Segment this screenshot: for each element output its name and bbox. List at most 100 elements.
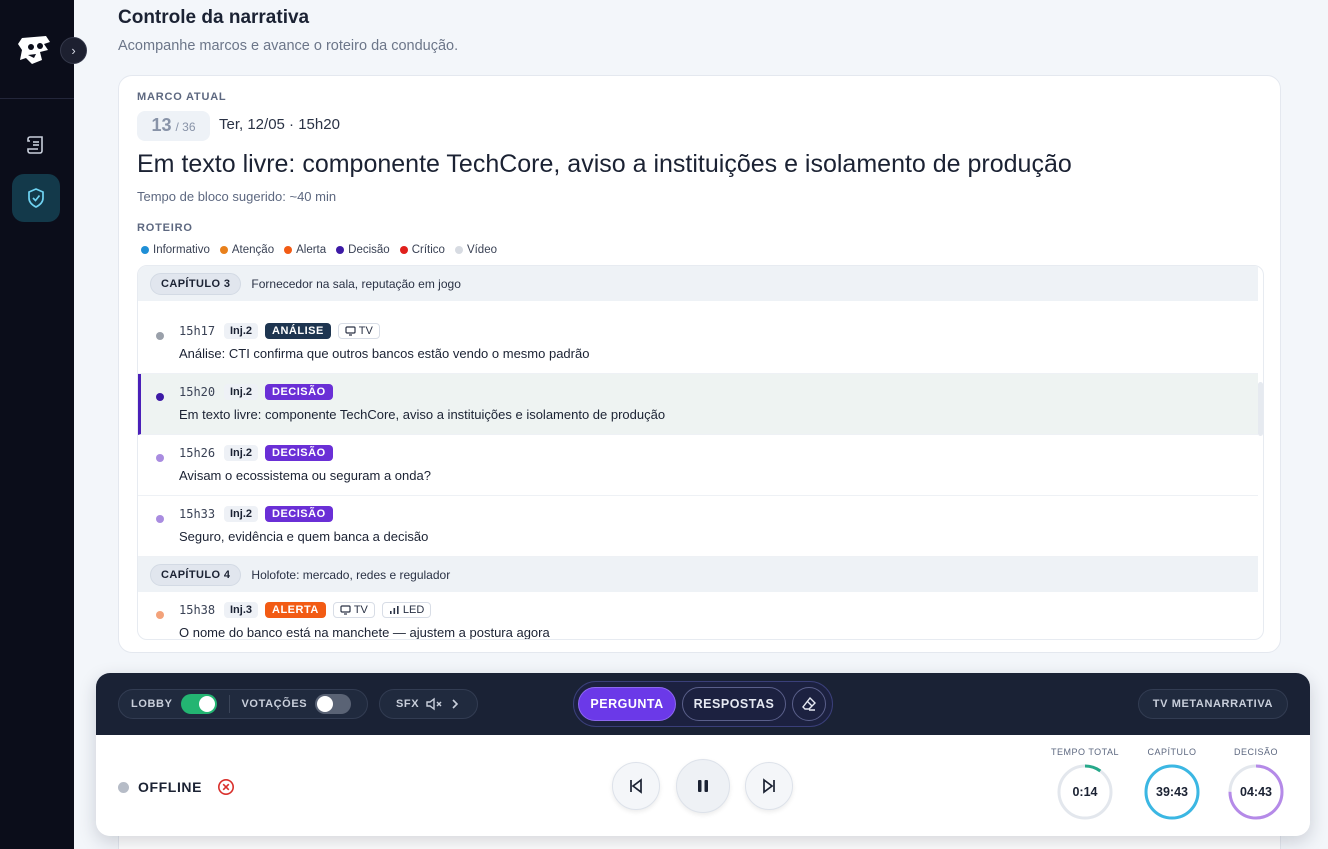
severity-dot — [156, 611, 164, 619]
signal-bars-icon — [389, 606, 399, 614]
connection-status: OFFLINE — [118, 778, 235, 796]
inject-badge: Inj.2 — [224, 506, 259, 522]
votes-label: VOTAÇÕES — [241, 698, 308, 710]
timer-ring: 04:43 — [1227, 763, 1285, 821]
legend-item: Crítico — [399, 244, 445, 256]
page-title: Controle da narrativa — [118, 7, 310, 28]
legend-label: Decisão — [348, 244, 390, 256]
shield-check-icon — [28, 188, 44, 208]
lobby-toggle[interactable] — [180, 694, 217, 714]
legend-item: Atenção — [219, 244, 275, 256]
type-tag: DECISÃO — [265, 506, 333, 522]
pause-button[interactable] — [676, 759, 730, 813]
row-meta: 15h33 Inj.2 DECISÃO — [179, 506, 333, 522]
legend-label: Atenção — [231, 244, 275, 256]
inject-badge: Inj.2 — [224, 323, 259, 339]
inject-badge: Inj.3 — [224, 602, 259, 618]
timer-ring: 39:43 — [1143, 763, 1201, 821]
sidebar-item-script[interactable] — [12, 121, 60, 169]
row-text: Avisam o ecossistema ou seguram a onda? — [179, 468, 431, 483]
votes-toggle[interactable] — [315, 694, 352, 714]
row-text: O nome do banco está na manchete — ajust… — [179, 625, 550, 640]
chapter-header: CAPÍTULO 3 Fornecedor na sala, reputação… — [138, 266, 1258, 301]
row-text: Análise: CTI confirma que outros bancos … — [179, 346, 590, 361]
sfx-button[interactable]: SFX — [379, 689, 478, 719]
chapter-description: Holofote: mercado, redes e regulador — [251, 567, 451, 582]
type-tag: DECISÃO — [265, 445, 333, 461]
pause-icon — [698, 780, 708, 792]
clear-screen-button[interactable] — [792, 687, 826, 721]
pergunta-button[interactable]: PERGUNTA — [578, 687, 676, 721]
legend-dot — [141, 246, 149, 254]
legend-label: Crítico — [411, 244, 445, 256]
tv-metanarrative-button[interactable]: TV METANARRATIVA — [1137, 689, 1288, 719]
timer-total: TEMPO TOTAL 0:14 — [1050, 747, 1120, 821]
inject-badge: Inj.2 — [224, 384, 259, 400]
status-dot — [118, 781, 129, 793]
skip-forward-icon — [763, 778, 775, 794]
sidebar-expand-button[interactable]: › — [60, 37, 87, 64]
tv-output-label: TV — [353, 604, 368, 616]
row-time: 15h17 — [179, 324, 216, 338]
legend-label: Informativo — [153, 244, 210, 256]
chevron-right-icon: › — [71, 43, 76, 58]
timeline-row[interactable]: 15h17 Inj.2 ANÁLISE TV Análise: CTI conf… — [138, 313, 1258, 374]
script-timeline[interactable]: CAPÍTULO 3 Fornecedor na sala, reputação… — [137, 265, 1264, 640]
timeline-scrollbar[interactable] — [1258, 382, 1263, 436]
sidebar-item-control[interactable] — [12, 174, 60, 222]
row-time: 15h20 — [179, 385, 216, 399]
legend-item: Informativo — [141, 244, 210, 256]
tv-output-chip: TV — [332, 602, 375, 618]
toggle-separator — [228, 695, 230, 713]
legend-dot — [336, 246, 345, 254]
timer-decision: DECISÃO 04:43 — [1221, 747, 1291, 821]
milestone-datetime: Ter, 12/05 · 15h20 — [219, 116, 340, 133]
type-tag: ALERTA — [265, 602, 326, 618]
timeline-row[interactable]: 15h38 Inj.3 ALERTA TV LED O nome do banc… — [138, 592, 1258, 640]
control-panel: LOBBY VOTAÇÕES SFX PERGUNTA RESPOSTAS TV… — [96, 673, 1310, 836]
sidebar-divider — [0, 98, 74, 99]
close-circle-icon[interactable] — [217, 778, 235, 796]
tv-output-label: TV — [358, 325, 373, 337]
timer-ring: 0:14 — [1056, 763, 1114, 821]
lobby-label: LOBBY — [131, 698, 173, 710]
lobby-votes-toggles: LOBBY VOTAÇÕES — [118, 689, 368, 719]
timer-caption: TEMPO TOTAL — [1050, 747, 1119, 757]
row-meta: 15h26 Inj.2 DECISÃO — [179, 445, 333, 461]
eraser-icon — [802, 696, 816, 711]
legend-item: Vídeo — [454, 244, 497, 256]
next-button[interactable] — [745, 762, 793, 810]
previous-button[interactable] — [612, 762, 660, 810]
tv-metanarrative-label: TV METANARRATIVA — [1152, 698, 1273, 710]
timer-caption: DECISÃO — [1233, 747, 1278, 757]
legend-label: Vídeo — [466, 244, 497, 256]
monitor-icon — [345, 326, 356, 336]
led-output-chip: LED — [381, 602, 432, 618]
block-time: Tempo de bloco sugerido: ~40 min — [137, 189, 337, 204]
chapter-header: CAPÍTULO 4 Holofote: mercado, redes e re… — [138, 557, 1258, 592]
timer-chapter: CAPÍTULO 39:43 — [1137, 747, 1207, 821]
sidebar: › — [0, 0, 87, 849]
milestone-total: / 36 — [175, 120, 196, 134]
control-toolbar: LOBBY VOTAÇÕES SFX PERGUNTA RESPOSTAS TV… — [96, 673, 1310, 735]
playback-bar: OFFLINE TEMPO TOTAL 0:14 CAPÍTULO 39:43 … — [96, 735, 1310, 836]
app-logo-icon[interactable] — [16, 30, 54, 68]
severity-dot — [156, 454, 164, 462]
respostas-button[interactable]: RESPOSTAS — [682, 687, 786, 721]
timer-caption: CAPÍTULO — [1147, 747, 1197, 757]
legend-dot — [219, 246, 228, 254]
type-tag: ANÁLISE — [265, 323, 331, 339]
script-label: ROTEIRO — [137, 222, 193, 234]
timeline-row[interactable]: 15h26 Inj.2 DECISÃO Avisam o ecossistema… — [138, 435, 1258, 496]
timeline-row[interactable]: 15h33 Inj.2 DECISÃO Seguro, evidência e … — [138, 496, 1258, 557]
timer-value: 39:43 — [1156, 785, 1188, 799]
row-text: Seguro, evidência e quem banca a decisão — [179, 529, 429, 544]
chapter-chip: CAPÍTULO 3 — [150, 272, 242, 295]
current-milestone-label: MARCO ATUAL — [137, 91, 227, 103]
led-output-label: LED — [402, 604, 425, 616]
scroll-icon — [27, 136, 43, 154]
type-tag: DECISÃO — [265, 384, 333, 400]
timeline-row-current[interactable]: 15h20 Inj.2 DECISÃO Em texto livre: comp… — [138, 374, 1258, 435]
speaker-muted-icon — [426, 697, 442, 711]
chapter-description: Fornecedor na sala, reputação em jogo — [251, 276, 461, 291]
